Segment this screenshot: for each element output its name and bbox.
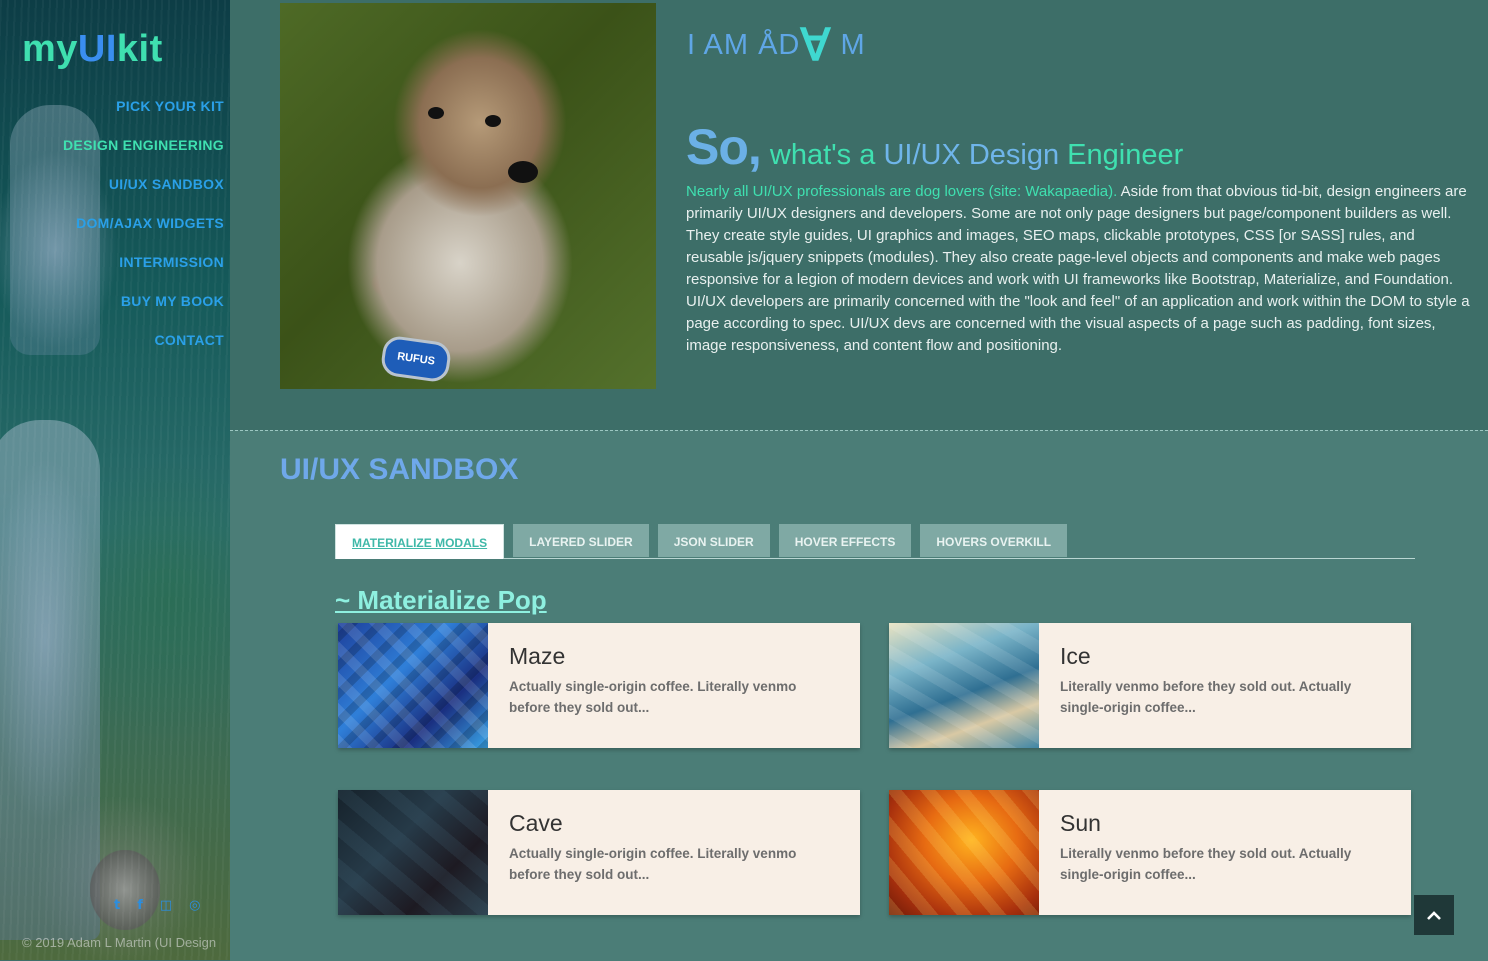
headline-rest-b: UI/UX Design <box>883 139 1060 171</box>
intro-paragraph: Nearly all UI/UX professionals are dog l… <box>686 181 1472 357</box>
card-body: Cave Actually single-origin coffee. Lite… <box>488 790 860 915</box>
card-image-sun <box>889 790 1039 915</box>
materialize-pop-link[interactable]: ~ Materialize Pop <box>335 585 547 616</box>
card-body: Ice Literally venmo before they sold out… <box>1039 623 1411 748</box>
logo-part-ui: UI <box>77 28 117 70</box>
iam-text-big-letter: ∀ <box>800 21 832 70</box>
nav-intermission[interactable]: INTERMISSION <box>63 252 224 291</box>
site-logo[interactable]: myUIkit <box>22 28 163 71</box>
card-description: Literally venmo before they sold out. Ac… <box>1060 846 1352 882</box>
card-cave[interactable]: Cave Actually single-origin coffee. Lite… <box>338 790 860 915</box>
card-image-cave <box>338 790 488 915</box>
instagram-icon[interactable]: ◫ <box>160 898 172 913</box>
card-title: Ice <box>1060 643 1091 669</box>
tab-json-slider[interactable]: JSON SLIDER <box>657 524 770 557</box>
dog-photo: RUFUS <box>280 3 656 389</box>
sidebar-nav: PICK YOUR KIT DESIGN ENGINEERING UI/UX S… <box>63 96 224 369</box>
iam-text-pre: I AM ÅD <box>687 29 801 61</box>
sidebar-background-person-image-large <box>0 420 100 940</box>
logo-part-kit: kit <box>116 28 163 70</box>
sandbox-tabs: MATERIALIZE MODALS LAYERED SLIDER JSON S… <box>335 524 1415 559</box>
sandbox-title: UI/UX SANDBOX <box>280 453 519 486</box>
copyright-text: © 2019 Adam L Martin (UI Design <box>22 935 217 950</box>
sidebar-background-dog-image <box>90 850 160 930</box>
card-body: Maze Actually single-origin coffee. Lite… <box>488 623 860 748</box>
sidebar: myUIkit PICK YOUR KIT DESIGN ENGINEERING… <box>0 0 232 960</box>
intro-body: Aside from that obvious tid-bit, design … <box>686 183 1470 354</box>
headline-rest: what's a UI/UX Design Engineer <box>770 139 1183 171</box>
nav-dom-ajax-widgets[interactable]: DOM/AJAX WIDGETS <box>63 213 224 252</box>
chevron-up-icon <box>1427 911 1441 920</box>
tab-hovers-overkill[interactable]: HOVERS OVERKILL <box>920 524 1068 557</box>
card-title: Cave <box>509 810 563 836</box>
nav-contact[interactable]: CONTACT <box>63 330 224 369</box>
dog-eye-right <box>485 115 501 127</box>
nav-ui-ux-sandbox[interactable]: UI/UX SANDBOX <box>63 174 224 213</box>
dog-nose <box>508 161 538 183</box>
card-description: Actually single-origin coffee. Literally… <box>509 846 797 882</box>
intro-lead: Nearly all UI/UX professionals are dog l… <box>686 183 1118 200</box>
headline-so: So, <box>686 119 762 175</box>
tab-layered-slider[interactable]: LAYERED SLIDER <box>513 524 649 557</box>
card-description: Literally venmo before they sold out. Ac… <box>1060 679 1352 715</box>
headline-rest-a: what's a <box>769 139 884 171</box>
sandbox-section: UI/UX SANDBOX MATERIALIZE MODALS LAYERED… <box>230 430 1488 961</box>
card-body: Sun Literally venmo before they sold out… <box>1039 790 1411 915</box>
iam-text-post: M <box>831 29 866 61</box>
dribbble-icon[interactable]: ◎ <box>189 898 200 913</box>
facebook-icon[interactable]: f <box>137 898 143 913</box>
card-title: Sun <box>1060 810 1101 836</box>
social-links: t f ◫ ◎ <box>114 898 201 913</box>
dog-eye-left <box>428 107 444 119</box>
hero-section: RUFUS I AM ÅD∀ M So, what's a UI/UX Desi… <box>230 0 1488 430</box>
i-am-adam-heading: I AM ÅD∀ M <box>687 20 866 71</box>
tab-materialize-modals[interactable]: MATERIALIZE MODALS <box>335 524 505 559</box>
card-description: Actually single-origin coffee. Literally… <box>509 679 797 715</box>
nav-buy-my-book[interactable]: BUY MY BOOK <box>63 291 224 330</box>
headline-rest-c: Engineer <box>1059 139 1184 171</box>
card-ice[interactable]: Ice Literally venmo before they sold out… <box>889 623 1411 748</box>
nav-design-engineering[interactable]: DESIGN ENGINEERING <box>63 135 224 174</box>
dog-name-tag: RUFUS <box>379 334 453 384</box>
tab-hover-effects[interactable]: HOVER EFFECTS <box>778 524 912 557</box>
nav-pick-your-kit[interactable]: PICK YOUR KIT <box>63 96 224 135</box>
back-to-top-button[interactable] <box>1414 895 1454 935</box>
twitter-icon[interactable]: t <box>114 898 120 913</box>
card-title: Maze <box>509 643 566 669</box>
card-image-ice <box>889 623 1039 748</box>
card-sun[interactable]: Sun Literally venmo before they sold out… <box>889 790 1411 915</box>
card-image-maze <box>338 623 488 748</box>
page-title: So, what's a UI/UX Design Engineer <box>686 118 1183 176</box>
card-maze[interactable]: Maze Actually single-origin coffee. Lite… <box>338 623 860 748</box>
logo-part-my: my <box>22 28 78 70</box>
